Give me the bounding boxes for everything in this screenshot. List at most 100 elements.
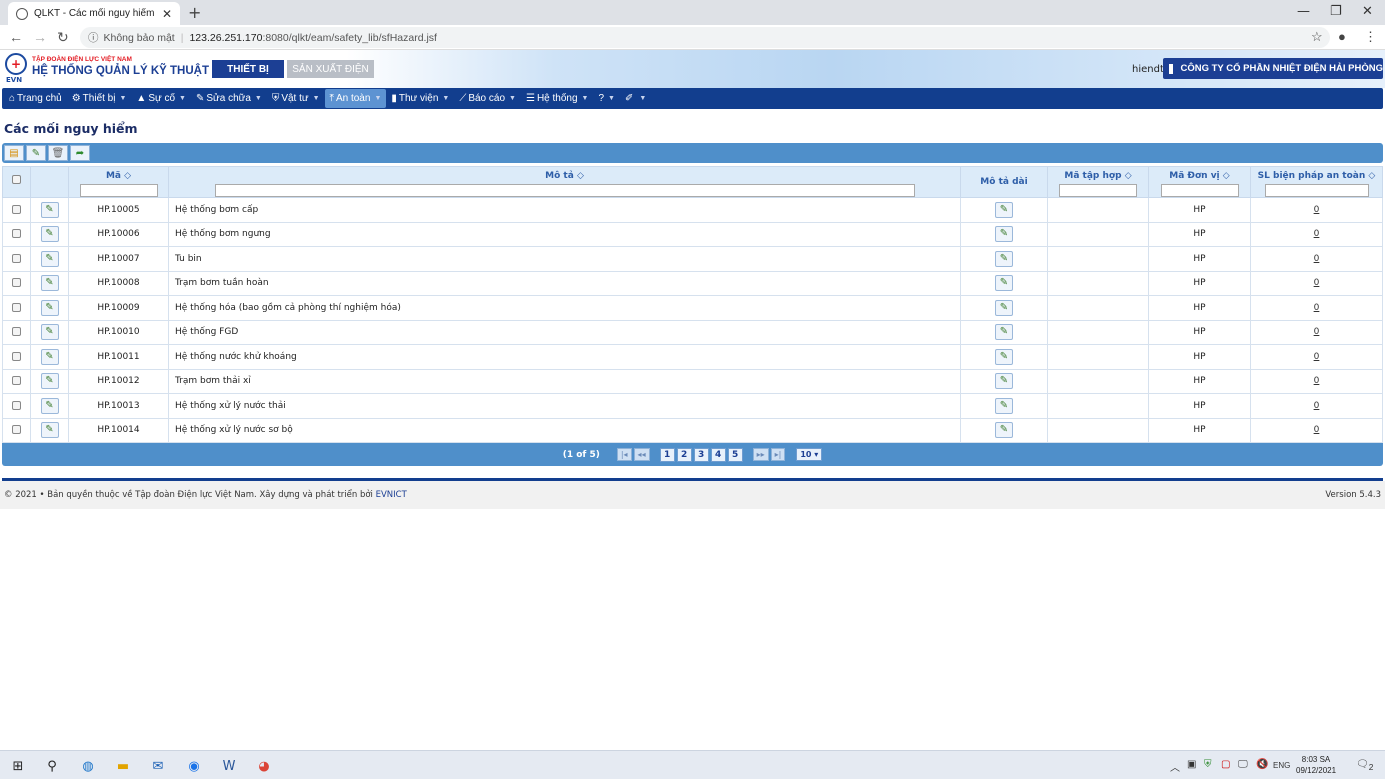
table-row[interactable]: ✎ HP.10005 Hệ thống bơm cấp ✎ HP 0 xyxy=(2,197,1383,223)
search-icon[interactable]: ⚲ xyxy=(42,756,62,776)
edit-row-button[interactable]: ✎ xyxy=(40,250,59,267)
edit-row-button[interactable]: ✎ xyxy=(40,397,59,414)
browser-tab[interactable]: QLKT - Các mối nguy hiểm ✕ xyxy=(8,2,180,25)
row-checkbox[interactable] xyxy=(12,376,21,386)
new-tab-icon[interactable]: + xyxy=(188,3,201,22)
language-indicator[interactable]: ENG xyxy=(1273,761,1290,770)
new-record-button[interactable]: ▤ xyxy=(4,145,24,161)
long-desc-button[interactable]: ✎ xyxy=(995,373,1013,390)
edit-button[interactable]: ✎ xyxy=(26,145,46,161)
menu-item-8[interactable]: ☰ Hệ thống ▼ xyxy=(521,89,594,108)
page-number-button[interactable]: 3 xyxy=(693,447,709,462)
safety-count-link[interactable]: 0 xyxy=(1314,352,1320,362)
restore-icon[interactable]: ❐ xyxy=(1330,4,1342,19)
safety-count-link[interactable]: 0 xyxy=(1314,303,1320,313)
desc-header[interactable]: Mô tả ◇ xyxy=(168,166,961,198)
antivirus-tray-icon[interactable]: ▢ xyxy=(1221,759,1230,770)
chrome-icon[interactable]: ◕ xyxy=(254,756,274,776)
table-row[interactable]: ✎ HP.10011 Hệ thống nước khử khoáng ✎ HP 0 xyxy=(2,344,1383,370)
long-desc-button[interactable]: ✎ xyxy=(995,397,1013,414)
company-selector[interactable]: CÔNG TY CỔ PHẦN NHIỆT ĐIỆN HẢI PHÒNG xyxy=(1163,58,1383,79)
page-number-button[interactable]: 5 xyxy=(727,447,743,462)
safety-count-link[interactable]: 0 xyxy=(1314,254,1320,264)
desc-filter-input[interactable] xyxy=(214,184,915,197)
safety-count-link[interactable]: 0 xyxy=(1314,401,1320,411)
menu-item-10[interactable]: ✐ ▼ xyxy=(620,89,651,108)
edit-row-button[interactable]: ✎ xyxy=(40,299,59,316)
safety-count-link[interactable]: 0 xyxy=(1314,327,1320,337)
row-checkbox[interactable] xyxy=(12,302,21,312)
menu-item-9[interactable]: ? ▼ xyxy=(593,89,620,108)
edit-row-button[interactable]: ✎ xyxy=(40,226,59,243)
edit-row-button[interactable]: ✎ xyxy=(40,348,59,365)
close-tab-icon[interactable]: ✕ xyxy=(162,7,172,21)
row-checkbox[interactable] xyxy=(12,327,21,337)
row-checkbox[interactable] xyxy=(12,351,21,361)
row-checkbox[interactable] xyxy=(12,253,21,263)
long-desc-button[interactable]: ✎ xyxy=(995,201,1013,218)
long-desc-button[interactable]: ✎ xyxy=(995,299,1013,316)
sort-icon[interactable]: ◇ xyxy=(124,171,131,181)
long-desc-button[interactable]: ✎ xyxy=(995,250,1013,267)
last-page-button[interactable]: ▸| xyxy=(770,448,786,461)
windows-start-icon[interactable]: ⊞ xyxy=(8,756,28,776)
menu-item-0[interactable]: ⌂ Trang chủ xyxy=(4,89,67,108)
unit-code-filter-input[interactable] xyxy=(1160,184,1239,197)
minimize-icon[interactable]: — xyxy=(1297,4,1310,19)
reload-icon[interactable]: ↻ xyxy=(57,29,69,46)
network-icon[interactable]: 🖵 xyxy=(1238,759,1248,770)
long-desc-button[interactable]: ✎ xyxy=(995,226,1013,243)
sort-icon[interactable]: ◇ xyxy=(1223,171,1230,181)
first-page-button[interactable]: |◂ xyxy=(616,448,632,461)
menu-item-3[interactable]: ✎ Sửa chữa ▼ xyxy=(191,89,267,108)
select-all-checkbox[interactable] xyxy=(12,175,21,184)
unit-code-header[interactable]: Mã Đơn vị ◇ xyxy=(1148,166,1251,198)
edit-row-button[interactable]: ✎ xyxy=(40,201,59,218)
menu-item-6[interactable]: ▮ Thư viện ▼ xyxy=(386,89,454,108)
sort-icon[interactable]: ◇ xyxy=(1368,171,1375,181)
table-row[interactable]: ✎ HP.10007 Tu bin ✎ HP 0 xyxy=(2,246,1383,272)
forward-icon[interactable]: → xyxy=(33,29,47,45)
export-button[interactable]: ➦ xyxy=(70,145,90,161)
back-icon[interactable]: ← xyxy=(9,29,23,45)
row-checkbox[interactable] xyxy=(12,425,21,435)
sort-icon[interactable]: ◇ xyxy=(577,171,584,181)
close-window-icon[interactable]: ✕ xyxy=(1362,4,1373,19)
menu-item-4[interactable]: ⛨ Vật tư ▼ xyxy=(267,89,325,108)
delete-button[interactable]: 🗑 xyxy=(48,145,68,161)
file-explorer-icon[interactable]: ▬ xyxy=(113,756,133,776)
menu-item-2[interactable]: ▲ Sự cố ▼ xyxy=(131,89,191,108)
url-field[interactable]: ⓘ Không bảo mật | 123.26.251.170 :8080/q… xyxy=(80,27,1330,48)
tray-app-icon[interactable]: ▣ xyxy=(1187,759,1196,770)
table-row[interactable]: ✎ HP.10014 Hệ thống xử lý nước sơ bộ ✎ HP 0 xyxy=(2,417,1383,443)
page-number-button[interactable]: 2 xyxy=(676,447,692,462)
page-number-button[interactable]: 4 xyxy=(710,447,726,462)
safety-count-link[interactable]: 0 xyxy=(1314,278,1320,288)
set-code-header[interactable]: Mã tập hợp ◇ xyxy=(1047,166,1149,198)
menu-item-5[interactable]: ⤒ An toàn ▼ xyxy=(324,89,387,108)
safety-count-link[interactable]: 0 xyxy=(1314,376,1320,386)
clock[interactable]: 8:03 SA 09/12/2021 xyxy=(1296,754,1336,776)
zalo-icon[interactable]: ◉ xyxy=(184,756,204,776)
security-tray-icon[interactable]: ⛨ xyxy=(1204,759,1212,770)
safety-count-filter-input[interactable] xyxy=(1264,184,1369,197)
word-icon[interactable]: W xyxy=(219,756,239,776)
page-size-select[interactable]: 10 ▾ xyxy=(796,448,823,461)
table-row[interactable]: ✎ HP.10010 Hệ thống FGD ✎ HP 0 xyxy=(2,319,1383,345)
edit-row-button[interactable]: ✎ xyxy=(40,324,59,341)
menu-item-1[interactable]: ⚙ Thiết bị ▼ xyxy=(67,89,132,108)
table-row[interactable]: ✎ HP.10009 Hệ thống hóa (bao gồm cả phòng … xyxy=(2,295,1383,321)
profile-icon[interactable]: ● xyxy=(1338,29,1346,44)
long-desc-button[interactable]: ✎ xyxy=(995,275,1013,292)
edit-row-button[interactable]: ✎ xyxy=(40,373,59,390)
volume-muted-icon[interactable]: 🔇 xyxy=(1256,759,1268,770)
notification-icon[interactable]: 🗨2 xyxy=(1356,759,1373,772)
long-desc-button[interactable]: ✎ xyxy=(995,422,1013,439)
long-desc-button[interactable]: ✎ xyxy=(995,348,1013,365)
row-checkbox[interactable] xyxy=(12,400,21,410)
safety-count-link[interactable]: 0 xyxy=(1314,229,1320,239)
sort-icon[interactable]: ◇ xyxy=(1125,171,1132,181)
table-row[interactable]: ✎ HP.10006 Hệ thống bơm ngưng ✎ HP 0 xyxy=(2,221,1383,247)
safety-count-link[interactable]: 0 xyxy=(1314,205,1320,215)
edit-row-button[interactable]: ✎ xyxy=(40,275,59,292)
